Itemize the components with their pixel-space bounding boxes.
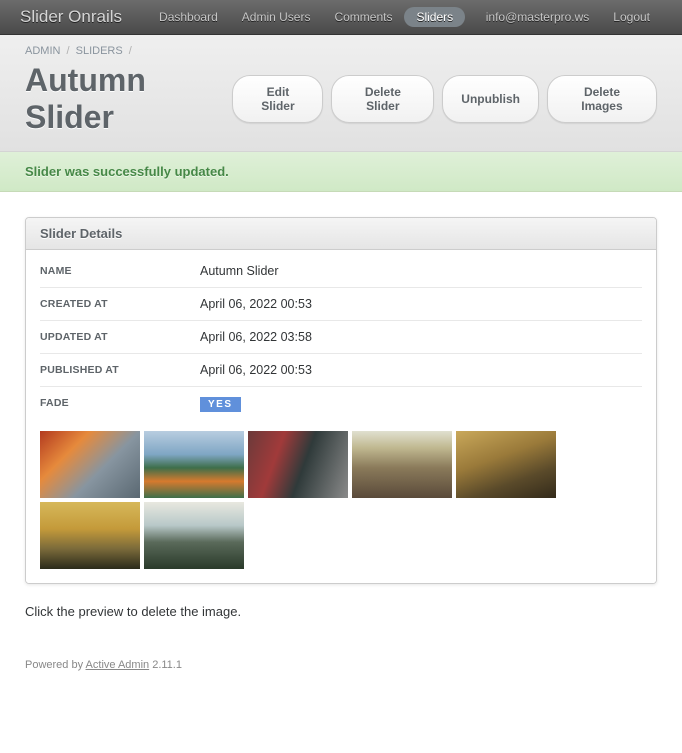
attr-value: April 06, 2022 03:58 [200, 330, 312, 344]
attr-row-published: PUBLISHED AT April 06, 2022 00:53 [40, 354, 642, 387]
footer-version: 2.11.1 [149, 659, 182, 671]
top-nav: Dashboard Admin Users Comments Sliders i… [147, 6, 662, 28]
topbar: Slider Onrails Dashboard Admin Users Com… [0, 0, 682, 35]
image-thumbnail[interactable] [144, 502, 244, 569]
flash-notice: Slider was successfully updated. [0, 152, 682, 192]
image-thumbnail[interactable] [144, 431, 244, 498]
image-thumbnail[interactable] [248, 431, 348, 498]
nav-admin-users[interactable]: Admin Users [230, 6, 323, 28]
breadcrumb-sliders[interactable]: SLIDERS [76, 45, 123, 57]
image-thumbnail[interactable] [40, 502, 140, 569]
footer-text: Powered by [25, 659, 86, 671]
attr-value: April 06, 2022 00:53 [200, 297, 312, 311]
panel-body: NAME Autumn Slider CREATED AT April 06, … [26, 250, 656, 583]
image-thumbnail[interactable] [352, 431, 452, 498]
attr-label: UPDATED AT [40, 331, 200, 343]
footer-link[interactable]: Active Admin [86, 659, 150, 671]
attr-label: CREATED AT [40, 298, 200, 310]
attr-value: YES [200, 396, 241, 410]
panel-header: Slider Details [26, 218, 656, 250]
attr-label: NAME [40, 265, 200, 277]
slider-details-panel: Slider Details NAME Autumn Slider CREATE… [25, 217, 657, 584]
attr-row-name: NAME Autumn Slider [40, 255, 642, 288]
image-thumbnails [40, 431, 642, 569]
nav-logout[interactable]: Logout [601, 6, 662, 28]
header-row: Autumn Slider Edit Slider Delete Slider … [25, 62, 657, 136]
nav-email[interactable]: info@masterpro.ws [474, 6, 602, 28]
attr-value: April 06, 2022 00:53 [200, 363, 312, 377]
breadcrumb-admin[interactable]: ADMIN [25, 45, 60, 57]
unpublish-button[interactable]: Unpublish [442, 75, 539, 123]
breadcrumb-sep: / [67, 45, 70, 57]
footer: Powered by Active Admin 2.11.1 [0, 644, 682, 686]
fade-badge: YES [200, 397, 241, 412]
nav-dashboard[interactable]: Dashboard [147, 6, 230, 28]
header-area: ADMIN / SLIDERS / Autumn Slider Edit Sli… [0, 35, 682, 152]
image-thumbnail[interactable] [456, 431, 556, 498]
delete-slider-button[interactable]: Delete Slider [331, 75, 434, 123]
attr-label: FADE [40, 397, 200, 409]
nav-sliders[interactable]: Sliders [404, 7, 465, 27]
nav-comments[interactable]: Comments [322, 6, 404, 28]
action-buttons: Edit Slider Delete Slider Unpublish Dele… [232, 75, 657, 123]
brand: Slider Onrails [20, 7, 122, 27]
attributes-table: NAME Autumn Slider CREATED AT April 06, … [40, 255, 642, 419]
attr-row-created: CREATED AT April 06, 2022 00:53 [40, 288, 642, 321]
delete-images-button[interactable]: Delete Images [547, 75, 657, 123]
breadcrumb: ADMIN / SLIDERS / [25, 45, 657, 57]
attr-row-updated: UPDATED AT April 06, 2022 03:58 [40, 321, 642, 354]
page-title: Autumn Slider [25, 62, 232, 136]
attr-label: PUBLISHED AT [40, 364, 200, 376]
content: Slider Details NAME Autumn Slider CREATE… [0, 192, 682, 644]
image-thumbnail[interactable] [40, 431, 140, 498]
delete-hint: Click the preview to delete the image. [25, 604, 657, 619]
attr-value: Autumn Slider [200, 264, 279, 278]
edit-slider-button[interactable]: Edit Slider [232, 75, 323, 123]
attr-row-fade: FADE YES [40, 387, 642, 419]
breadcrumb-sep: / [129, 45, 132, 57]
